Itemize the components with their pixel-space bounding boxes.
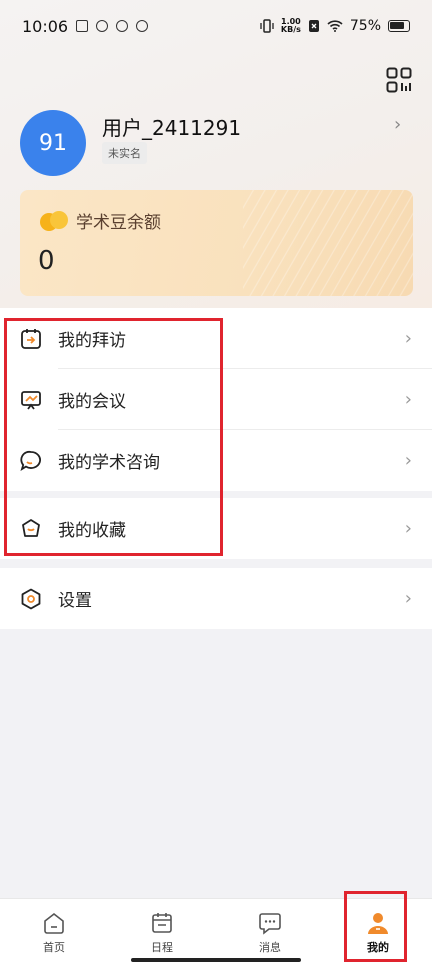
calendar-icon bbox=[152, 913, 172, 933]
menu-item-meetings[interactable]: 我的会议 › bbox=[0, 369, 432, 430]
bottom-tab-bar: 首页 日程 消息 我的 bbox=[0, 898, 432, 964]
menu-group-main: 我的拜访 › 我的会议 › 我的学术咨询 › bbox=[0, 308, 432, 491]
consult-icon bbox=[20, 450, 41, 471]
tab-label-home: 首页 bbox=[43, 941, 65, 954]
network-speed: 1.00 KB/s bbox=[281, 18, 301, 34]
menu-label-settings: 设置 bbox=[58, 591, 92, 611]
home-icon bbox=[44, 912, 64, 934]
status-left: 10:06 bbox=[22, 16, 149, 36]
favorite-icon bbox=[22, 518, 40, 537]
status-bar: 10:06 1.00 KB/s 75% bbox=[0, 0, 432, 52]
chevron-right-icon: › bbox=[404, 450, 412, 471]
verification-badge: 未实名 bbox=[102, 142, 147, 164]
vibrate-icon bbox=[260, 19, 274, 33]
tab-profile[interactable]: 我的 bbox=[324, 899, 432, 964]
notification-app-icon bbox=[76, 20, 89, 32]
menu-label-consultation: 我的学术咨询 bbox=[58, 453, 160, 473]
username: 用户_2411291 bbox=[102, 116, 242, 140]
battery-percent: 75% bbox=[349, 18, 381, 34]
tab-home[interactable]: 首页 bbox=[0, 899, 108, 964]
menu-item-visits[interactable]: 我的拜访 › bbox=[0, 308, 432, 369]
coin-icon bbox=[40, 210, 70, 231]
wifi-icon bbox=[327, 20, 343, 32]
chevron-right-icon: › bbox=[394, 114, 402, 135]
settings-icon bbox=[21, 588, 41, 609]
card-decoration bbox=[243, 190, 413, 296]
wechat-icon bbox=[136, 20, 149, 32]
qr-scan-icon[interactable] bbox=[386, 67, 412, 93]
points-title-label: 学术豆余额 bbox=[76, 213, 161, 233]
profile-header[interactable]: 91 用户_2411291 未实名 › bbox=[20, 110, 420, 176]
menu-group-settings: 设置 › bbox=[0, 568, 432, 629]
home-indicator[interactable] bbox=[131, 958, 301, 962]
visit-icon bbox=[21, 328, 41, 349]
notification-app-icon bbox=[96, 20, 109, 32]
message-icon bbox=[259, 913, 281, 935]
chevron-right-icon: › bbox=[404, 389, 412, 410]
points-balance-card[interactable]: 学术豆余额 0 bbox=[20, 190, 413, 296]
chevron-right-icon: › bbox=[404, 328, 412, 349]
battery-icon bbox=[388, 20, 410, 32]
menu-item-consultation[interactable]: 我的学术咨询 › bbox=[0, 430, 432, 491]
tab-messages[interactable]: 消息 bbox=[216, 899, 324, 964]
status-right: 1.00 KB/s 75% bbox=[260, 18, 410, 34]
network-speed-unit: KB/s bbox=[280, 25, 301, 34]
points-title: 学术豆余额 bbox=[40, 208, 161, 233]
chevron-right-icon: › bbox=[404, 518, 412, 539]
profile-icon bbox=[368, 913, 388, 934]
tab-schedule[interactable]: 日程 bbox=[108, 899, 216, 964]
status-time: 10:06 bbox=[22, 16, 69, 36]
notification-app-icon bbox=[116, 20, 129, 32]
avatar[interactable]: 91 bbox=[20, 110, 86, 176]
tab-label-profile: 我的 bbox=[367, 941, 389, 954]
meeting-icon bbox=[21, 390, 41, 410]
tab-label-schedule: 日程 bbox=[151, 941, 173, 954]
menu-label-favorites: 我的收藏 bbox=[58, 521, 126, 541]
points-value: 0 bbox=[38, 246, 55, 276]
menu-group-favorites: 我的收藏 › bbox=[0, 498, 432, 559]
tab-label-messages: 消息 bbox=[259, 941, 281, 954]
menu-item-settings[interactable]: 设置 › bbox=[0, 568, 432, 629]
menu-item-favorites[interactable]: 我的收藏 › bbox=[0, 498, 432, 559]
sim-off-icon bbox=[308, 20, 319, 32]
chevron-right-icon: › bbox=[404, 588, 412, 609]
menu-label-meetings: 我的会议 bbox=[58, 392, 126, 412]
menu-label-visits: 我的拜访 bbox=[58, 331, 126, 351]
